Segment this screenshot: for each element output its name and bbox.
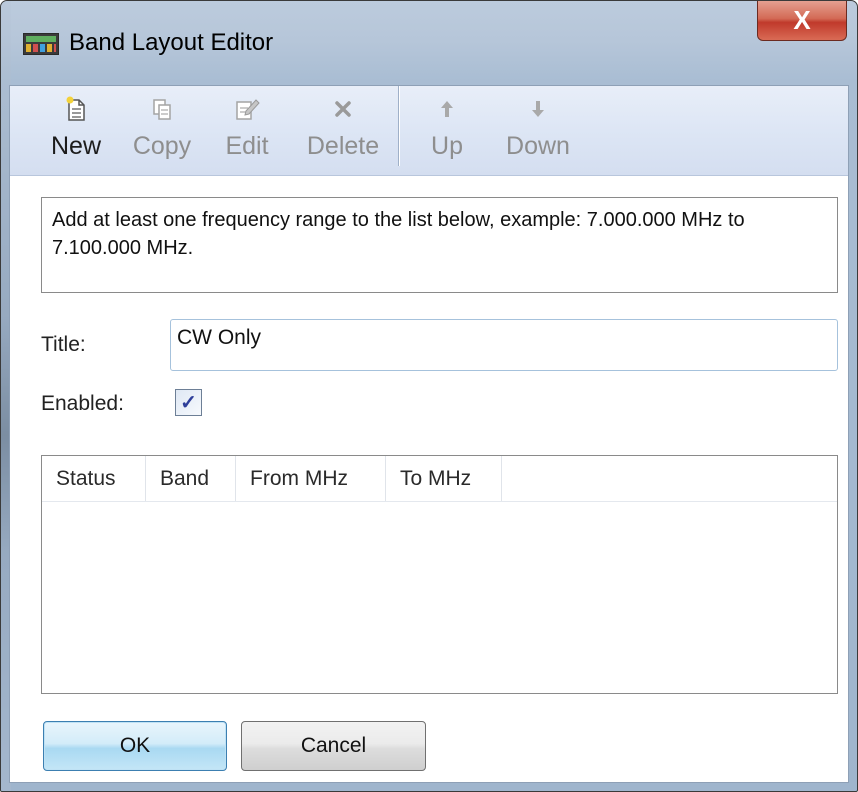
edit-button[interactable]: Edit <box>218 92 276 170</box>
column-header-from-mhz[interactable]: From MHz <box>236 456 386 501</box>
close-button[interactable]: X <box>757 1 847 41</box>
checkmark-icon: ✓ <box>180 392 197 414</box>
arrow-up-icon <box>439 92 455 126</box>
arrow-down-icon <box>530 92 546 126</box>
new-document-icon <box>65 92 87 126</box>
down-button-label: Down <box>506 132 570 160</box>
list-header: Status Band From MHz To MHz <box>42 456 837 502</box>
title-label: Title: <box>41 333 86 356</box>
title-bar[interactable]: Band Layout Editor X <box>1 1 857 85</box>
app-icon <box>23 33 59 55</box>
delete-button-label: Delete <box>306 132 380 160</box>
info-message: Add at least one frequency range to the … <box>41 197 838 293</box>
band-layout-editor-window: Band Layout Editor X New Copy Edit Delet… <box>0 0 858 792</box>
enabled-label: Enabled: <box>41 392 124 415</box>
toolbar-separator <box>398 86 399 166</box>
delete-button[interactable]: Delete <box>298 92 388 170</box>
ok-button[interactable]: OK <box>43 721 227 771</box>
column-header-status[interactable]: Status <box>42 456 146 501</box>
cancel-button[interactable]: Cancel <box>241 721 426 771</box>
down-button[interactable]: Down <box>500 92 576 170</box>
title-input[interactable] <box>170 319 838 371</box>
delete-icon <box>334 92 352 126</box>
toolbar: New Copy Edit Delete Up Down <box>10 86 848 176</box>
new-button[interactable]: New <box>44 92 108 170</box>
up-button[interactable]: Up <box>424 92 470 170</box>
edit-icon <box>234 92 260 126</box>
copy-button[interactable]: Copy <box>126 92 198 170</box>
copy-icon <box>151 92 173 126</box>
new-button-label: New <box>50 132 101 160</box>
dialog-client-area: New Copy Edit Delete Up Down Add at leas… <box>9 85 849 783</box>
frequency-range-list[interactable]: Status Band From MHz To MHz <box>41 455 838 694</box>
column-header-band[interactable]: Band <box>146 456 236 501</box>
enabled-checkbox[interactable]: ✓ <box>175 389 202 416</box>
up-button-label: Up <box>431 132 463 160</box>
edit-button-label: Edit <box>225 132 269 160</box>
column-header-to-mhz[interactable]: To MHz <box>386 456 502 501</box>
copy-button-label: Copy <box>132 132 192 160</box>
window-title: Band Layout Editor <box>69 29 274 56</box>
